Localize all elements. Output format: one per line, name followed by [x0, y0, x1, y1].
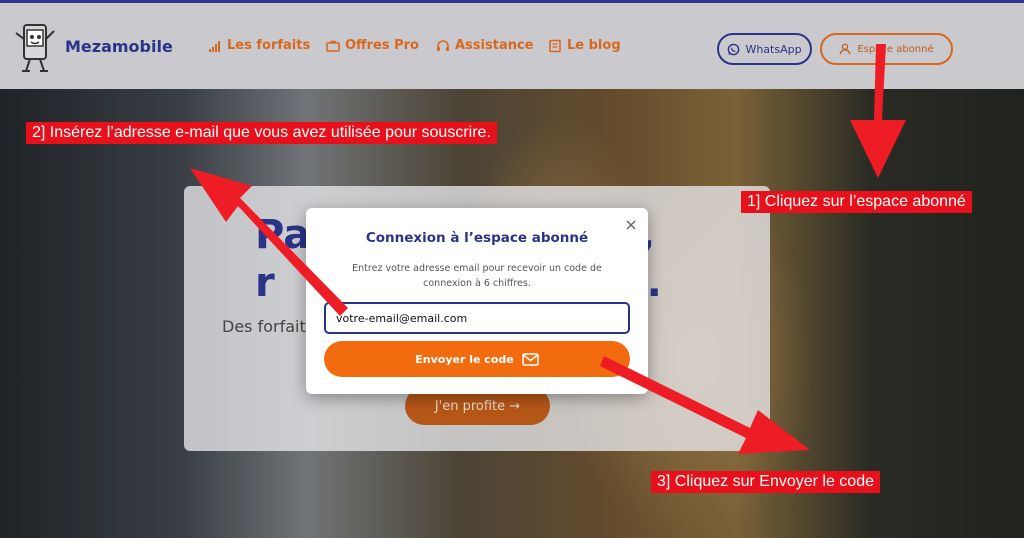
nav-les-forfaits[interactable]: Les forfaits — [208, 38, 310, 53]
nav-label: Offres Pro — [345, 38, 419, 53]
whatsapp-label: WhatsApp — [745, 42, 802, 56]
nav-le-blog[interactable]: Le blog — [548, 38, 621, 53]
mascot-logo-icon[interactable] — [12, 19, 56, 75]
whatsapp-icon — [728, 43, 740, 55]
newspaper-icon — [549, 39, 561, 52]
login-modal: Connexion à l’espace abonné Entrez votre… — [306, 208, 648, 394]
email-input[interactable] — [324, 302, 630, 334]
nav-label: Assistance — [455, 38, 534, 53]
briefcase-icon — [326, 40, 340, 52]
site-header: Mezamobile Les forfaits Offres Pro Assis… — [0, 3, 1024, 89]
annotation-step1: 1] Cliquez sur l’espace abonné — [741, 191, 972, 213]
whatsapp-button[interactable]: WhatsApp — [717, 33, 812, 65]
brand-name[interactable]: Mezamobile — [65, 37, 173, 56]
espace-abonne-label: Espace abonné — [857, 43, 934, 55]
modal-description: Entrez votre adresse email pour recevoir… — [352, 263, 602, 289]
signal-bars-icon — [209, 40, 220, 52]
nav-assistance[interactable]: Assistance — [436, 38, 534, 53]
envelope-icon — [521, 352, 539, 366]
modal-title: Connexion à l’espace abonné — [365, 230, 589, 246]
envoyer-le-code-button[interactable]: Envoyer le code — [324, 341, 630, 377]
user-icon — [840, 43, 851, 55]
nav-label: Les forfaits — [227, 38, 311, 53]
nav-label: Le blog — [567, 38, 621, 53]
annotation-step3: 3] Cliquez sur Envoyer le code — [651, 471, 880, 493]
annotation-step2: 2] Insérez l’adresse e-mail que vous ave… — [26, 122, 497, 144]
headset-icon — [437, 39, 449, 51]
nav-offres-pro[interactable]: Offres Pro — [326, 38, 419, 53]
envoyer-label: Envoyer le code — [415, 352, 514, 366]
espace-abonne-button[interactable]: Espace abonné — [820, 33, 953, 65]
